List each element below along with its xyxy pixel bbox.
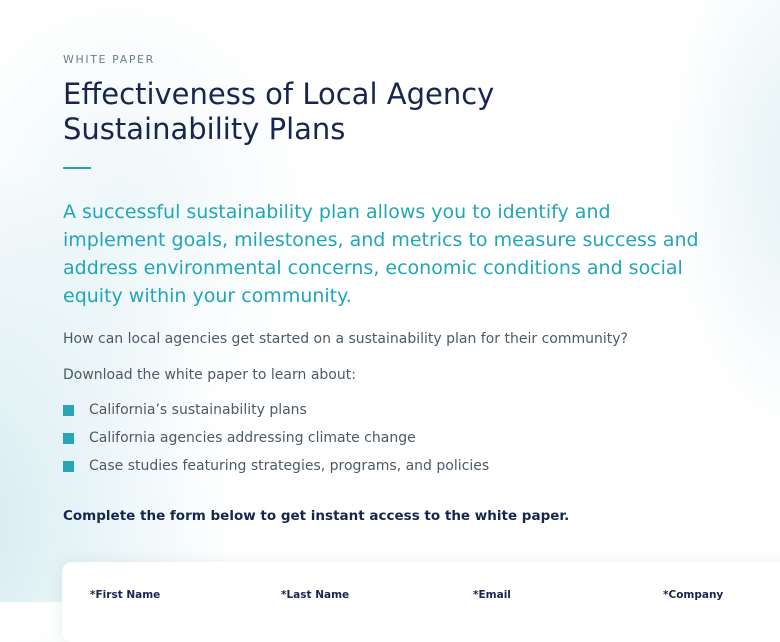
- company-label: *Company: [663, 589, 724, 601]
- list-item: California agencies addressing climate c…: [63, 428, 489, 456]
- question-text: How can local agencies get started on a …: [63, 331, 628, 347]
- download-form: *First Name *Last Name *Email *Company: [62, 562, 780, 642]
- last-name-label: *Last Name: [281, 589, 350, 601]
- square-bullet-icon: [63, 405, 74, 416]
- list-item-label: Case studies featuring strategies, progr…: [89, 458, 490, 474]
- list-item-label: California agencies addressing climate c…: [89, 430, 416, 446]
- page-title: Effectiveness of Local Agency Sustainabi…: [63, 77, 495, 146]
- topic-list: California’s sustainability plans Califo…: [63, 400, 489, 484]
- form-instructions: Complete the form below to get instant a…: [63, 508, 570, 524]
- square-bullet-icon: [63, 433, 74, 444]
- eyebrow-label: WHITE PAPER: [63, 53, 155, 66]
- list-item: Case studies featuring strategies, progr…: [63, 456, 489, 484]
- square-bullet-icon: [63, 461, 74, 472]
- lead-paragraph: A successful sustainability plan allows …: [63, 201, 699, 307]
- list-item: California’s sustainability plans: [63, 400, 489, 428]
- list-item-label: California’s sustainability plans: [89, 402, 307, 418]
- first-name-label: *First Name: [90, 589, 161, 601]
- intro-text: Download the white paper to learn about:: [63, 367, 356, 383]
- email-label: *Email: [473, 589, 511, 601]
- accent-divider: [63, 167, 91, 169]
